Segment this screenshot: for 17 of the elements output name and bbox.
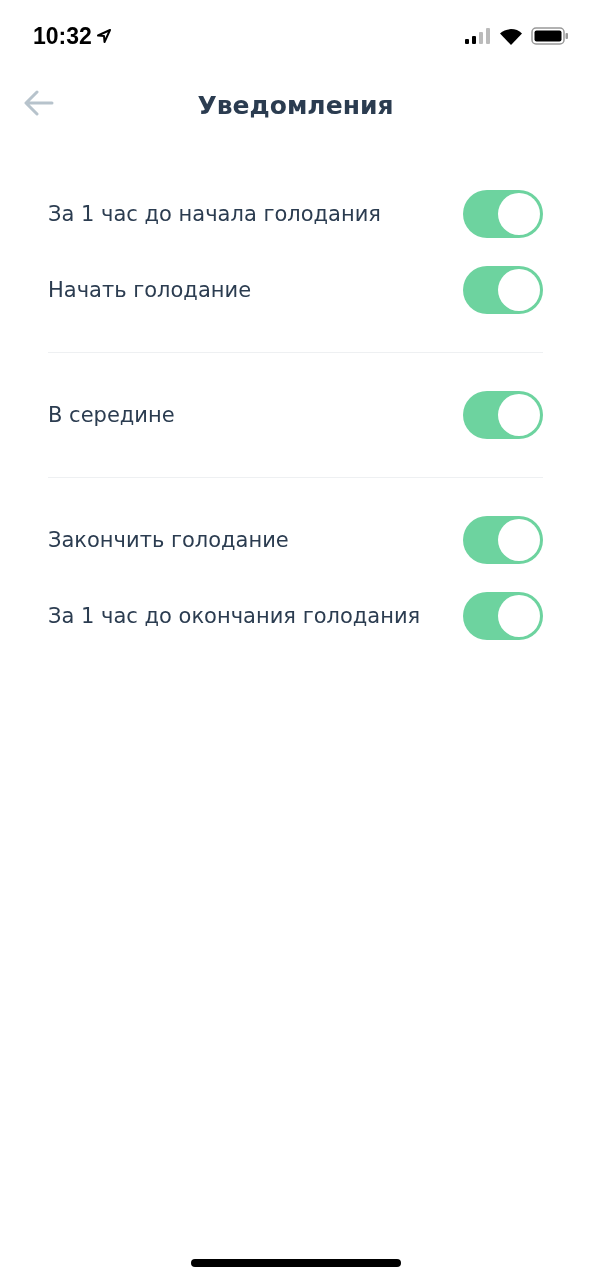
toggle-switch[interactable] bbox=[463, 266, 543, 314]
location-arrow-icon bbox=[95, 28, 112, 44]
toggle-switch[interactable] bbox=[463, 516, 543, 564]
setting-label: В середине bbox=[48, 403, 175, 427]
toggle-switch[interactable] bbox=[463, 190, 543, 238]
signal-icon bbox=[465, 28, 491, 44]
setting-label: За 1 час до окончания голодания bbox=[48, 604, 421, 628]
battery-icon bbox=[531, 27, 569, 45]
status-time: 10:32 bbox=[33, 22, 92, 50]
wifi-icon bbox=[499, 27, 523, 45]
setting-label: За 1 час до начала голодания bbox=[48, 202, 381, 226]
back-button[interactable] bbox=[24, 90, 54, 116]
page-title: Уведомления bbox=[197, 90, 394, 120]
toggle-switch[interactable] bbox=[463, 592, 543, 640]
toggle-switch[interactable] bbox=[463, 391, 543, 439]
setting-label: Закончить голодание bbox=[48, 528, 289, 552]
setting-label: Начать голодание bbox=[48, 278, 252, 302]
